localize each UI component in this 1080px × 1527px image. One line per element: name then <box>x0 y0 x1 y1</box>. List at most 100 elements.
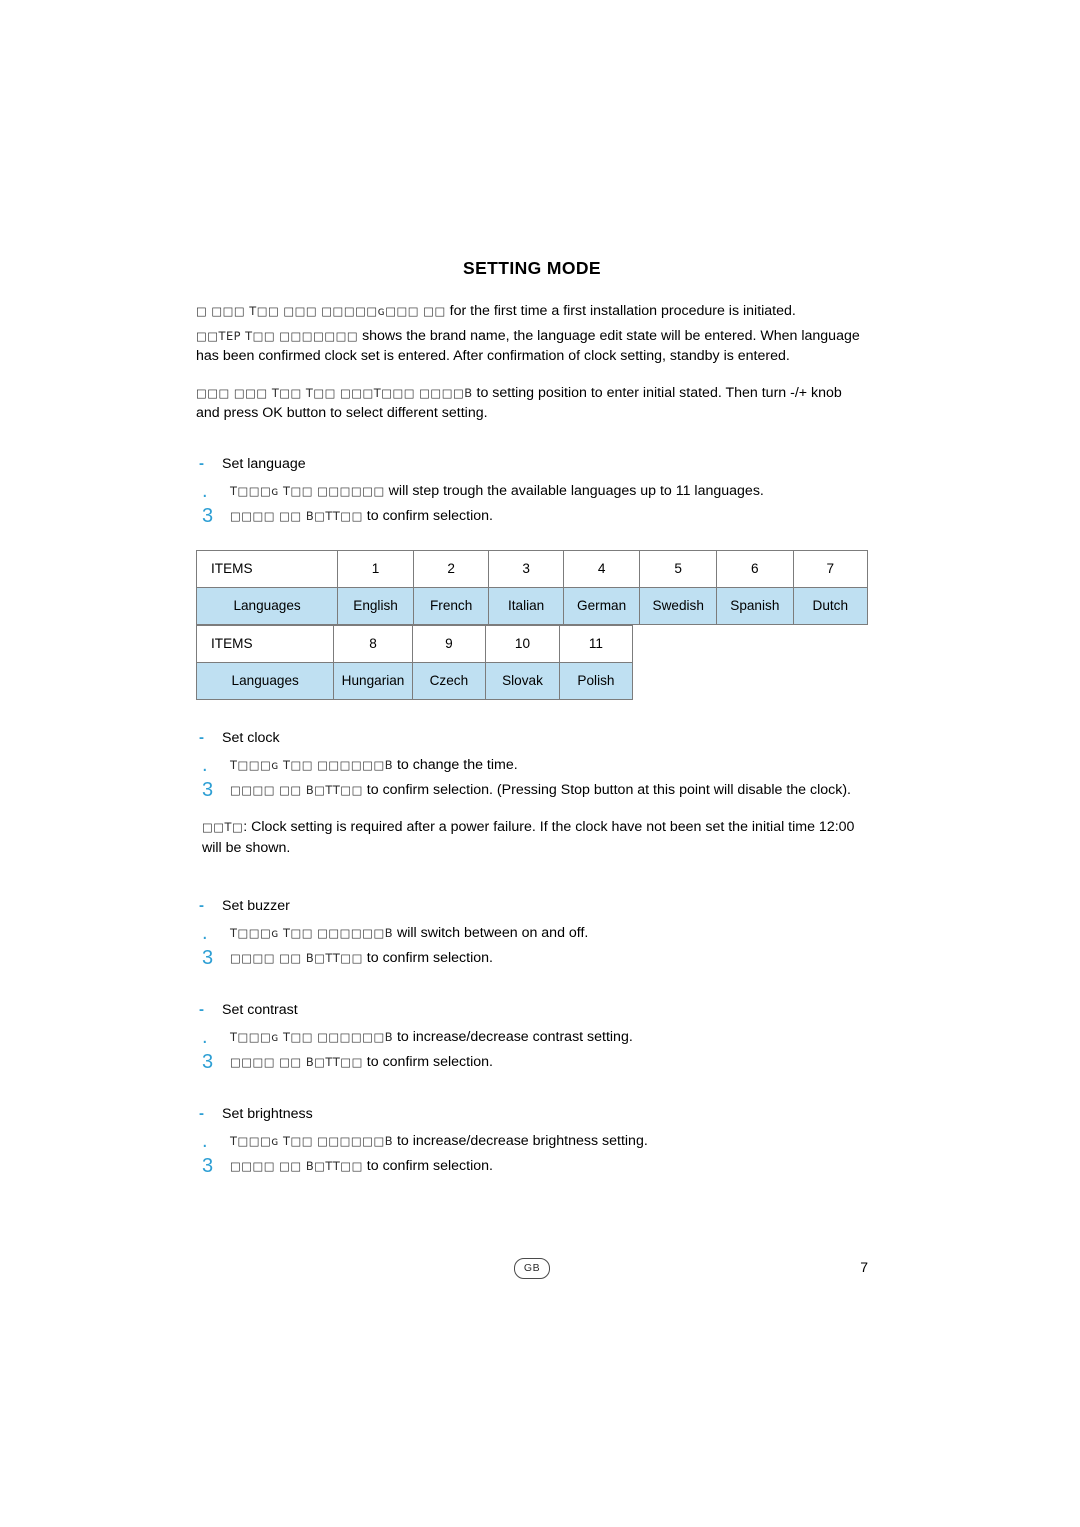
section-set-contrast: - Set contrast . T□□□ɢ т□□ □□□□□□в to in… <box>196 1000 868 1073</box>
table-cell: Slovak <box>485 661 560 700</box>
degraded-text-run: □□тер т□□ □□□□□□□ <box>196 328 359 343</box>
table-header-cell: 8 <box>333 624 413 663</box>
degraded-text-run: T□□□ɢ т□□ □□□□□□в <box>230 757 394 772</box>
step-item: . T□□□ɢ т□□ □□□□□□в to change the time. <box>196 754 868 776</box>
page-number: 7 <box>860 1259 868 1275</box>
table-cell: Swedish <box>639 586 718 625</box>
note-body: : Clock setting is required after a powe… <box>202 818 855 856</box>
page-footer: GB 7 <box>196 1258 868 1282</box>
table-cell: Languages <box>195 661 335 700</box>
degraded-text-run: □□□□ □□ в□тт□□ <box>230 508 363 523</box>
table-header-cell: 4 <box>562 549 641 588</box>
step-instruction: to confirm selection. (Pressing Stop but… <box>366 781 851 798</box>
table-row: Languages English French Italian German … <box>195 586 869 625</box>
step-number: . <box>202 1129 208 1152</box>
step-instruction: will switch between on and off. <box>396 924 589 941</box>
table-header-cell: ITEMS <box>195 624 335 663</box>
step-number: . <box>202 753 208 776</box>
step-instruction: to change the time. <box>396 756 518 773</box>
table-cell: Languages <box>195 586 339 625</box>
degraded-text-run: □□□ □□□ т□□ т□□ □□□т□□□ □□□□в <box>196 385 473 400</box>
degraded-text-run: □□□□ □□ в□тт□□ <box>230 1054 363 1069</box>
degraded-text-run: □□т□ <box>202 819 244 834</box>
step-text: □□□□ □□ в□тт□□ to confirm selection. (Pr… <box>230 779 851 801</box>
table-cell: Spanish <box>716 586 794 625</box>
table-cell: Italian <box>488 586 564 625</box>
table-header-cell: 9 <box>411 624 487 663</box>
step-text: □□□□ □□ в□тт□□ to confirm selection. <box>230 947 493 969</box>
step-number: . <box>202 1025 208 1048</box>
step-instruction: will step trough the available languages… <box>388 482 764 499</box>
step-item: 3 □□□□ □□ в□тт□□ to confirm selection. <box>196 505 868 527</box>
table-cell: English <box>337 586 414 625</box>
step-item: 3 □□□□ □□ в□тт□□ to confirm selection. <box>196 1155 868 1177</box>
locale-badge: GB <box>514 1258 550 1279</box>
dash-bullet-icon: - <box>199 454 204 472</box>
step-number: 3 <box>202 1050 214 1073</box>
step-instruction: to confirm selection. <box>366 1157 493 1174</box>
step-text: □□□□ □□ в□тт□□ to confirm selection. <box>230 505 493 527</box>
section-set-clock: - Set clock . T□□□ɢ т□□ □□□□□□в to chang… <box>196 728 868 859</box>
step-text: T□□□ɢ т□□ □□□□□□в to change the time. <box>230 754 518 776</box>
language-table-1: ITEMS 1 2 3 4 5 6 7 Languages English Fr… <box>195 549 869 625</box>
section-label: Set buzzer <box>222 897 290 914</box>
dash-bullet-icon: - <box>199 896 204 914</box>
table-header-cell: 5 <box>639 549 718 588</box>
table-cell: Dutch <box>792 586 869 625</box>
dash-bullet-icon: - <box>199 1104 204 1122</box>
degraded-text-run: □ □□□ т□□ □□□ □□□□□ɢ□□□ □□ <box>196 304 446 318</box>
intro-paragraph-1-text: for the first time a first installation … <box>449 303 796 319</box>
step-item: 3 □□□□ □□ в□тт□□ to confirm selection. <box>196 947 868 969</box>
step-text: T□□□ɢ т□□ □□□□□□ will step trough the av… <box>230 480 764 502</box>
section-set-brightness: - Set brightness . T□□□ɢ т□□ □□□□□□в to … <box>196 1104 868 1177</box>
dash-bullet-icon: - <box>199 1000 204 1018</box>
step-item: . T□□□ɢ т□□ □□□□□□в to increase/decrease… <box>196 1026 868 1048</box>
step-number: 3 <box>202 504 214 527</box>
table-row: Languages Hungarian Czech Slovak Polish <box>195 661 634 700</box>
step-number: 3 <box>202 1154 214 1177</box>
note-item: □□т□: Clock setting is required after a … <box>196 817 868 859</box>
step-text: T□□□ɢ т□□ □□□□□□в to increase/decrease c… <box>230 1026 633 1048</box>
section-heading: - Set contrast <box>196 1000 868 1020</box>
step-item: . T□□□ɢ т□□ □□□□□□в will switch between … <box>196 922 868 944</box>
section-label: Set contrast <box>222 1001 298 1018</box>
degraded-text-run: □□□□ □□ в□тт□□ <box>230 1158 363 1173</box>
intro-paragraph-3: □□□ □□□ т□□ т□□ □□□т□□□ □□□□в to setting… <box>196 383 868 424</box>
step-number: . <box>202 479 208 502</box>
step-text: T□□□ɢ т□□ □□□□□□в to increase/decrease b… <box>230 1130 648 1152</box>
degraded-text-run: □□□□ □□ в□тт□□ <box>230 782 363 797</box>
page-title: SETTING MODE <box>463 258 601 278</box>
page-content: SETTING MODE □ □□□ т□□ □□□ □□□□□ɢ□□□ □□ … <box>195 258 869 1180</box>
table-row: ITEMS 8 9 10 11 <box>195 624 634 663</box>
step-instruction: to increase/decrease contrast setting. <box>396 1028 633 1045</box>
step-item: 3 □□□□ □□ в□тт□□ to confirm selection. (… <box>196 779 868 801</box>
table-cell: French <box>412 586 490 625</box>
step-item: . T□□□ɢ т□□ □□□□□□в to increase/decrease… <box>196 1130 868 1152</box>
step-instruction: to confirm selection. <box>366 1053 493 1070</box>
section-heading: - Set buzzer <box>196 896 868 916</box>
step-instruction: to confirm selection. <box>366 507 493 524</box>
section-set-language: - Set language . T□□□ɢ т□□ □□□□□□ will s… <box>196 454 868 527</box>
section-label: Set clock <box>222 729 280 746</box>
table-cell: Hungarian <box>333 661 413 700</box>
section-heading: - Set brightness <box>196 1104 868 1124</box>
note-text: □□т□: Clock setting is required after a … <box>202 817 868 859</box>
section-label: Set language <box>222 455 306 472</box>
step-item: 3 □□□□ □□ в□тт□□ to confirm selection. <box>196 1051 868 1073</box>
intro-paragraph-2: □□тер т□□ □□□□□□□ shows the brand name, … <box>196 326 868 367</box>
table-cell: Polish <box>558 661 634 700</box>
table-row: ITEMS 1 2 3 4 5 6 7 <box>195 549 869 588</box>
table-header-cell: ITEMS <box>195 549 339 588</box>
table-header-cell: 11 <box>558 624 634 663</box>
step-number: 3 <box>202 778 214 801</box>
section-heading: - Set clock <box>196 728 868 748</box>
dash-bullet-icon: - <box>199 728 204 746</box>
step-text: T□□□ɢ т□□ □□□□□□в will switch between on… <box>230 922 588 944</box>
step-text: □□□□ □□ в□тт□□ to confirm selection. <box>230 1155 493 1177</box>
table-header-cell: 3 <box>488 549 564 588</box>
table-header-cell: 6 <box>716 549 794 588</box>
section-set-buzzer: - Set buzzer . T□□□ɢ т□□ □□□□□□в will sw… <box>196 896 868 969</box>
table-cell: Czech <box>411 661 487 700</box>
table-header-cell: 2 <box>412 549 490 588</box>
intro-paragraph-1: □ □□□ т□□ □□□ □□□□□ɢ□□□ □□ for the first… <box>196 301 868 322</box>
